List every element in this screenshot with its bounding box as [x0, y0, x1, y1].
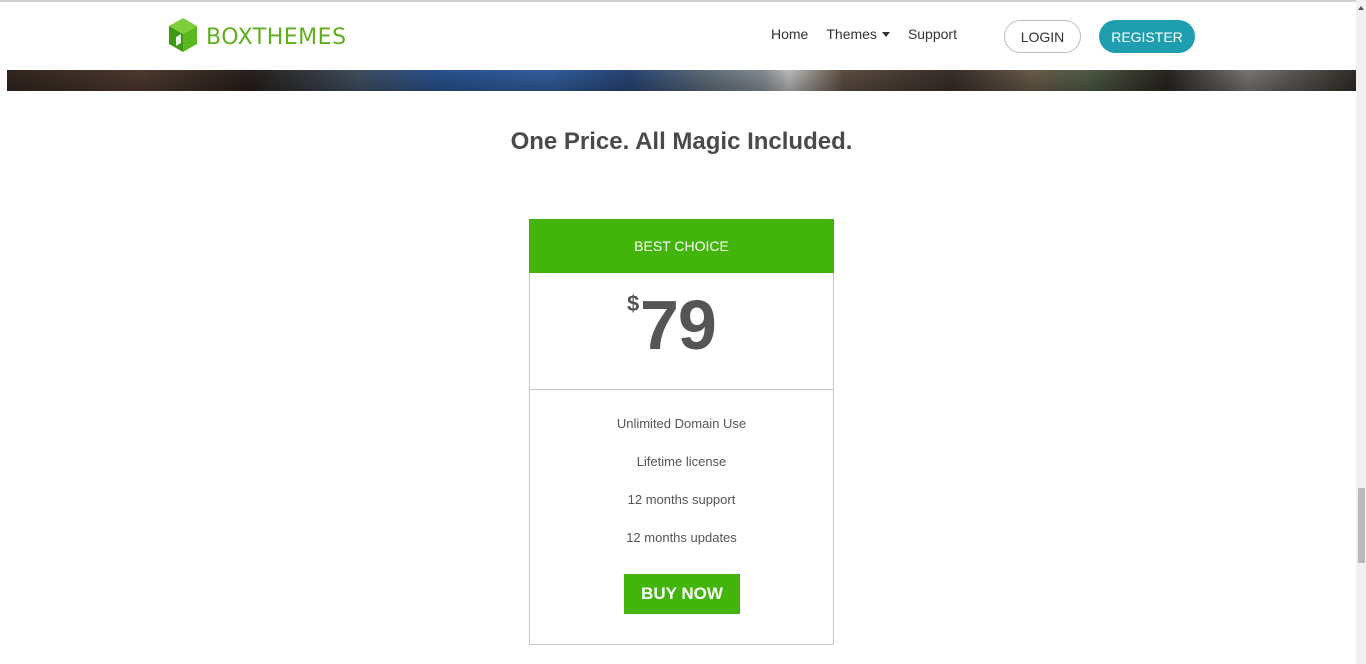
feature-item: Lifetime license	[636, 454, 727, 469]
register-button[interactable]: REGISTER	[1099, 20, 1195, 53]
nav-item-themes-label: Themes	[826, 26, 877, 42]
nav-item-themes[interactable]: Themes	[826, 26, 890, 42]
price-block: $ 79	[530, 273, 833, 390]
box-logo-icon	[168, 17, 198, 58]
hero-image	[7, 70, 1356, 91]
price-amount: 79	[640, 286, 717, 364]
nav-item-support[interactable]: Support	[908, 26, 957, 42]
caret-down-icon	[881, 31, 890, 37]
section-title: One Price. All Magic Included.	[510, 128, 853, 155]
scroll-up-arrow-icon[interactable]	[1358, 6, 1364, 10]
feature-item: 12 months updates	[626, 530, 737, 545]
nav-item-home[interactable]: Home	[771, 26, 808, 42]
logo-text: BOXTHEMES	[206, 24, 347, 50]
scrollbar[interactable]	[1356, 0, 1366, 664]
feature-list: Unlimited Domain Use Lifetime license 12…	[530, 390, 833, 568]
site-logo[interactable]: BOXTHEMES	[168, 17, 347, 57]
price-currency: $	[627, 291, 640, 316]
login-button[interactable]: LOGIN	[1004, 20, 1081, 53]
pricing-card: BEST CHOICE $ 79 Unlimited Domain Use Li…	[529, 219, 834, 645]
main-nav: Home Themes Support	[771, 26, 975, 42]
feature-item: 12 months support	[627, 492, 736, 507]
buy-now-button[interactable]: BUY NOW	[624, 574, 740, 614]
scrollbar-thumb[interactable]	[1358, 488, 1365, 563]
page: BOXTHEMES Home Themes Support LOGIN REGI…	[0, 0, 1366, 664]
site-header: BOXTHEMES Home Themes Support LOGIN REGI…	[7, 2, 1356, 70]
feature-item: Unlimited Domain Use	[616, 416, 747, 431]
pricing-badge: BEST CHOICE	[529, 219, 834, 273]
